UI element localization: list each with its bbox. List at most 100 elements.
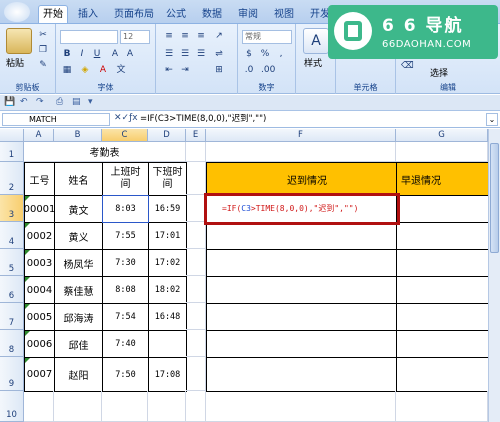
- early-result-cell[interactable]: [396, 249, 489, 277]
- merge-center-icon[interactable]: ⊞: [212, 64, 226, 76]
- tab-data[interactable]: 数据: [198, 6, 226, 24]
- decrease-decimal-icon[interactable]: .00: [260, 64, 275, 76]
- print-icon[interactable]: ▤: [72, 97, 81, 107]
- align-left-icon[interactable]: ☰: [162, 48, 176, 60]
- record-end-cell[interactable]: 16:48: [148, 303, 187, 331]
- tab-formulas[interactable]: 公式: [162, 6, 190, 24]
- record-end-cell[interactable]: 17:02: [148, 249, 187, 277]
- tab-review[interactable]: 审阅: [234, 6, 262, 24]
- tab-home[interactable]: 开始: [38, 5, 68, 23]
- early-result-cell[interactable]: [396, 357, 489, 392]
- record-name-cell[interactable]: 赵阳: [54, 357, 103, 392]
- font-name-combo[interactable]: [60, 30, 118, 44]
- record-end-cell[interactable]: 18:02: [148, 276, 187, 304]
- clear-icon[interactable]: ⌫: [400, 60, 414, 72]
- row-header-2[interactable]: 2: [0, 162, 24, 195]
- cell-e2[interactable]: [186, 162, 206, 195]
- record-name-cell[interactable]: 邱海涛: [54, 303, 103, 331]
- formula-bar-icons[interactable]: ✕✓ƒx: [114, 113, 138, 123]
- record-name-cell[interactable]: 邱佳: [54, 330, 103, 358]
- record-end-cell[interactable]: 17:01: [148, 222, 187, 250]
- office-button[interactable]: [4, 2, 30, 22]
- early-result-cell[interactable]: [396, 222, 489, 250]
- column-header-e[interactable]: E: [186, 129, 206, 142]
- record-end-cell[interactable]: 16:59: [148, 195, 187, 223]
- record-start-cell[interactable]: 7:55: [102, 222, 149, 250]
- print-preview-icon[interactable]: ⎙: [56, 97, 63, 107]
- header-cell-name[interactable]: 姓名: [54, 162, 103, 196]
- record-id-cell[interactable]: 0005: [24, 303, 55, 331]
- active-cell-c3[interactable]: [102, 195, 149, 223]
- select-label[interactable]: 选择: [430, 66, 448, 79]
- wrap-text-icon[interactable]: ⇌: [212, 48, 226, 60]
- cell-g1[interactable]: [396, 142, 488, 162]
- row-header-1[interactable]: 1: [0, 142, 24, 162]
- expand-formula-bar-icon[interactable]: ⌄: [486, 113, 498, 126]
- name-box[interactable]: MATCH: [2, 113, 110, 126]
- record-end-cell[interactable]: [148, 330, 187, 358]
- font-color-icon[interactable]: A: [96, 64, 110, 76]
- increase-decimal-icon[interactable]: .0: [242, 64, 256, 76]
- cell-e[interactable]: [186, 222, 206, 249]
- record-start-cell[interactable]: 7:50: [102, 357, 149, 392]
- comma-icon[interactable]: ,: [274, 48, 288, 60]
- record-id-cell[interactable]: 0002: [24, 222, 55, 250]
- undo-icon[interactable]: ↶: [20, 97, 28, 107]
- currency-icon[interactable]: $: [242, 48, 256, 60]
- record-name-cell[interactable]: 杨凤华: [54, 249, 103, 277]
- header-cell-early[interactable]: 早退情况: [396, 162, 489, 196]
- record-id-cell[interactable]: 0006: [24, 330, 55, 358]
- record-name-cell[interactable]: 蔡佳慧: [54, 276, 103, 304]
- shrink-font-icon[interactable]: A: [123, 48, 137, 60]
- late-result-cell[interactable]: [206, 330, 397, 358]
- empty-cell[interactable]: [24, 391, 54, 422]
- italic-icon[interactable]: I: [75, 48, 89, 60]
- row-header-8[interactable]: 8: [0, 330, 24, 357]
- underline-icon[interactable]: U: [90, 48, 104, 60]
- record-start-cell[interactable]: 8:08: [102, 276, 149, 304]
- bold-icon[interactable]: B: [60, 48, 74, 60]
- align-middle-icon[interactable]: ≡: [178, 30, 192, 42]
- empty-cell[interactable]: [206, 391, 396, 422]
- phonetic-icon[interactable]: 文: [114, 64, 128, 76]
- late-result-cell[interactable]: [206, 303, 397, 331]
- tab-page-layout[interactable]: 页面布局: [110, 6, 158, 24]
- cell-f3-formula[interactable]: =IF(C3>TIME(8,0,0),"迟到",""): [222, 203, 358, 214]
- sheet-title[interactable]: 考勤表: [24, 142, 186, 162]
- column-header-c[interactable]: C: [102, 129, 148, 142]
- grow-font-icon[interactable]: A: [108, 48, 122, 60]
- percent-icon[interactable]: %: [258, 48, 272, 60]
- empty-cell[interactable]: [102, 391, 148, 422]
- vertical-scrollbar[interactable]: [488, 129, 500, 422]
- empty-cell[interactable]: [54, 391, 102, 422]
- header-cell-late[interactable]: 迟到情况: [206, 162, 397, 196]
- column-header-a[interactable]: A: [24, 129, 54, 142]
- styles-label[interactable]: 样式: [304, 56, 322, 69]
- record-id-cell[interactable]: 0007: [24, 357, 55, 392]
- cut-icon[interactable]: ✂: [36, 29, 50, 41]
- cell-e[interactable]: [186, 195, 206, 222]
- increase-indent-icon[interactable]: ⇥: [178, 64, 192, 76]
- empty-cell[interactable]: [186, 391, 206, 422]
- early-result-cell[interactable]: [396, 330, 489, 358]
- decrease-indent-icon[interactable]: ⇤: [162, 64, 176, 76]
- late-result-cell[interactable]: [206, 276, 397, 304]
- redo-icon[interactable]: ↷: [36, 97, 44, 107]
- cell-e[interactable]: [186, 303, 206, 330]
- formula-input[interactable]: =IF(C3>TIME(8,0,0),"迟到",""): [140, 113, 266, 126]
- late-result-cell[interactable]: [206, 249, 397, 277]
- column-header-b[interactable]: B: [54, 129, 102, 142]
- row-header-3[interactable]: 3: [0, 195, 24, 222]
- late-result-cell[interactable]: [206, 222, 397, 250]
- row-header-7[interactable]: 7: [0, 303, 24, 330]
- styles-icon[interactable]: A: [303, 28, 329, 54]
- number-format-combo[interactable]: 常规: [242, 30, 292, 44]
- paste-icon[interactable]: [6, 28, 32, 54]
- save-icon[interactable]: 💾: [4, 97, 15, 107]
- row-header-6[interactable]: 6: [0, 276, 24, 303]
- column-header-f[interactable]: F: [206, 129, 396, 142]
- cell-e[interactable]: [186, 357, 206, 391]
- early-result-cell[interactable]: [396, 303, 489, 331]
- cell-e1[interactable]: [186, 142, 206, 162]
- font-size-combo[interactable]: 12: [120, 30, 150, 44]
